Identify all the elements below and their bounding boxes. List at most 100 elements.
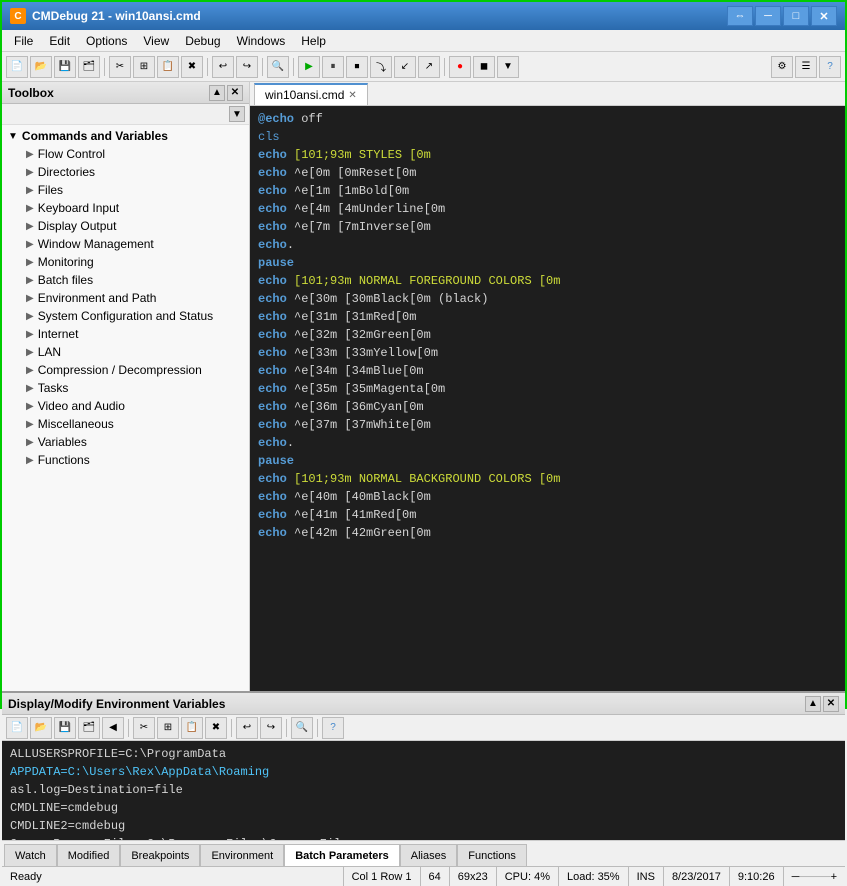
tree-item-arrow-1: ▶ [26,167,34,178]
bt-save2[interactable]: 🗂 [78,717,100,739]
bt-extra1[interactable]: ◀ [102,717,124,739]
menu-windows[interactable]: Windows [229,32,294,50]
bt-open[interactable]: 📂 [30,717,52,739]
toolbox-scroll[interactable]: ▼ Commands and Variables ▶ Flow Control … [2,125,249,691]
open-button[interactable]: 📂 [30,56,52,78]
bottom-tab-functions[interactable]: Functions [457,844,527,866]
config1-button[interactable]: ⚙ [771,56,793,78]
menu-file[interactable]: File [6,32,41,50]
bottom-tab-watch[interactable]: Watch [4,844,57,866]
record-stop-button[interactable]: ◼ [473,56,495,78]
new-button[interactable]: 📄 [6,56,28,78]
tree-item-misc[interactable]: ▶ Miscellaneous [2,415,249,433]
run-button[interactable]: ▶ [298,56,320,78]
redo-button[interactable]: ↪ [236,56,258,78]
restore-btn[interactable]: ⇔ [727,6,753,26]
tree-item-tasks[interactable]: ▶ Tasks [2,379,249,397]
menu-edit[interactable]: Edit [41,32,78,50]
close-btn[interactable]: ✕ [811,6,837,26]
editor-tab-close[interactable]: ✕ [348,90,356,101]
bt-redo[interactable]: ↪ [260,717,282,739]
tree-item-batch[interactable]: ▶ Batch files [2,271,249,289]
dropdown-btn[interactable]: ▼ [497,56,519,78]
tree-item-monitoring[interactable]: ▶ Monitoring [2,253,249,271]
bottom-panel-title: Display/Modify Environment Variables [8,697,225,711]
delete-button[interactable]: ✖ [181,56,203,78]
code-line-17: echo ^e[37m [37mWhite[0m [258,416,837,434]
tree-item-flow[interactable]: ▶ Flow Control [2,145,249,163]
code-line-4: echo ^e[1m [1mBold[0m [258,182,837,200]
copy-button[interactable]: ⊞ [133,56,155,78]
tree-item-compress[interactable]: ▶ Compression / Decompression [2,361,249,379]
menu-debug[interactable]: Debug [177,32,228,50]
bt-undo[interactable]: ↩ [236,717,258,739]
bt-del[interactable]: ✖ [205,717,227,739]
toolbox-pin-btn[interactable]: ▲ [209,85,225,101]
bottom-tab-aliases[interactable]: Aliases [400,844,457,866]
maximize-btn[interactable]: □ [783,6,809,26]
help-icon-button[interactable]: ? [819,56,841,78]
code-line-2: echo [101;93m STYLES [0m [258,146,837,164]
tree-item-functions[interactable]: ▶ Functions [2,451,249,469]
step-over-button[interactable]: ⤵ [370,56,392,78]
code-line-22: echo ^e[41m [41mRed[0m [258,506,837,524]
tree-item-env[interactable]: ▶ Environment and Path [2,289,249,307]
code-line-10: echo ^e[30m [30mBlack[0m (black) [258,290,837,308]
code-line-7: echo. [258,236,837,254]
tree-item-label-3: Keyboard Input [38,201,119,215]
step-in-button[interactable]: ↙ [394,56,416,78]
bottom-tab-breakpoints[interactable]: Breakpoints [120,844,200,866]
record-button[interactable]: ● [449,56,471,78]
minimize-btn[interactable]: ─ [755,6,781,26]
undo-button[interactable]: ↩ [212,56,234,78]
toolbox-x-btn[interactable]: ✕ [227,85,243,101]
menu-view[interactable]: View [135,32,177,50]
bottom-panel-pin-btn[interactable]: ▲ [805,696,821,712]
tree-item-window[interactable]: ▶ Window Management [2,235,249,253]
code-line-0: @echo off [258,110,837,128]
bottom-content[interactable]: ALLUSERSPROFILE=C:\ProgramData APPDATA=C… [2,741,845,840]
bt-paste[interactable]: 📋 [181,717,203,739]
tree-item-lan[interactable]: ▶ LAN [2,343,249,361]
bt-find[interactable]: 🔍 [291,717,313,739]
bt-save[interactable]: 💾 [54,717,76,739]
bottom-panel: Display/Modify Environment Variables ▲ ✕… [2,691,845,866]
tree-item-variables[interactable]: ▶ Variables [2,433,249,451]
tree-item-video[interactable]: ▶ Video and Audio [2,397,249,415]
save-all-button[interactable]: 🗂 [78,56,100,78]
paste-button[interactable]: 📋 [157,56,179,78]
cut-button[interactable]: ✂ [109,56,131,78]
tree-item-sysconfig[interactable]: ▶ System Configuration and Status [2,307,249,325]
save-button[interactable]: 💾 [54,56,76,78]
bt-new[interactable]: 📄 [6,717,28,739]
stop-button[interactable]: ⏹ [346,56,368,78]
bottom-tab-batch[interactable]: Batch Parameters [284,844,400,866]
tree-item-internet[interactable]: ▶ Internet [2,325,249,343]
step-out-button[interactable]: ↗ [418,56,440,78]
menu-options[interactable]: Options [78,32,135,50]
tree-item-arrow-14: ▶ [26,401,34,412]
bt-copy[interactable]: ⊞ [157,717,179,739]
status-position: Col 1 Row 1 [344,867,421,886]
tree-item-dirs[interactable]: ▶ Directories [2,163,249,181]
tree-item-label-6: Monitoring [38,255,94,269]
toolbox-collapse-btn[interactable]: ▼ [229,106,245,122]
editor-tab-main[interactable]: win10ansi.cmd ✕ [254,83,368,105]
bt-cut[interactable]: ✂ [133,717,155,739]
menu-help[interactable]: Help [293,32,334,50]
tree-item-files[interactable]: ▶ Files [2,181,249,199]
tree-item-display[interactable]: ▶ Display Output [2,217,249,235]
tree-item-label-7: Batch files [38,273,93,287]
bottom-tab-modified[interactable]: Modified [57,844,121,866]
find-button[interactable]: 🔍 [267,56,289,78]
status-ready: Ready [2,867,344,886]
tree-item-keyboard[interactable]: ▶ Keyboard Input [2,199,249,217]
editor-scroll[interactable]: @echo off cls echo [101;93m STYLES [0m e… [250,106,845,691]
bottom-tab-environment[interactable]: Environment [200,844,284,866]
bt-help[interactable]: ? [322,717,344,739]
tree-item-arrow-13: ▶ [26,383,34,394]
bottom-panel-x-btn[interactable]: ✕ [823,696,839,712]
config2-button[interactable]: ☰ [795,56,817,78]
tree-root-commands[interactable]: ▼ Commands and Variables [2,127,249,145]
pause-button[interactable]: ⏸ [322,56,344,78]
